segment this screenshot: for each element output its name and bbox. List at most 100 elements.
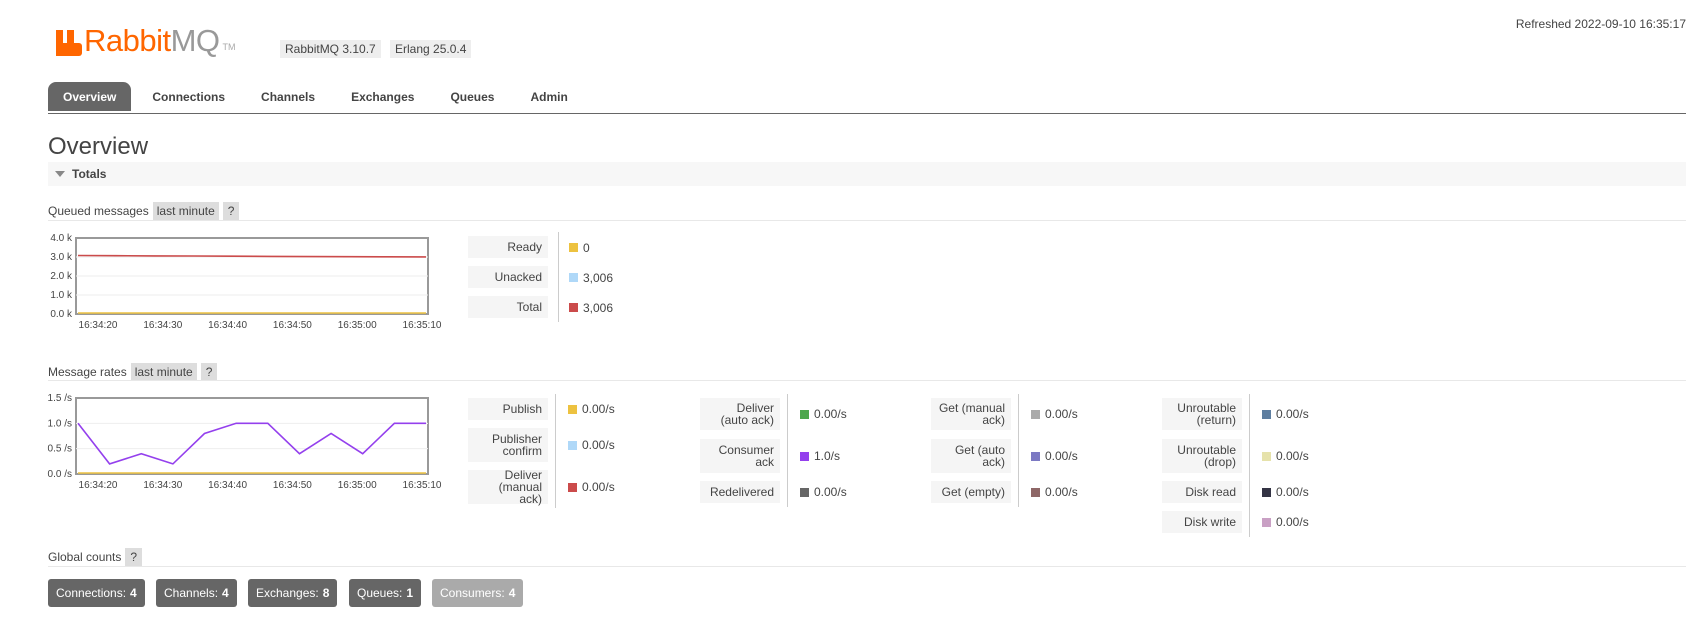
tab-exchanges[interactable]: Exchanges — [336, 82, 429, 111]
rates-col1-item-1-swatch — [568, 441, 577, 450]
legend-total-swatch — [569, 303, 578, 312]
legend-total-value: 3,006 — [583, 301, 614, 315]
rates-col3-item-2-swatch — [1031, 488, 1040, 497]
queued-chart-xtick: 16:34:30 — [143, 320, 182, 331]
message-rates-chart: 0.0 /s 0.5 /s 1.0 /s 1.5 /s 16:34:20 16:34:30… — [48, 393, 442, 491]
rates-col1-item-1-value: 0.00/s — [582, 438, 615, 452]
legend-ready-value: 0 — [583, 241, 590, 255]
rates-col4-item-0-swatch — [1262, 410, 1271, 419]
rates-col2-item-1-label: Consumer ack — [700, 439, 780, 473]
rates-col4-item-3-swatch — [1262, 518, 1271, 527]
tab-queues[interactable]: Queues — [435, 82, 509, 111]
legend-ready-label: Ready — [468, 236, 548, 258]
queued-chart-ytick: 1.0 k — [50, 290, 73, 301]
rates-chart-xtick: 16:35:00 — [338, 480, 377, 491]
totals-section-label: Totals — [72, 167, 107, 181]
queued-help-icon[interactable]: ? — [222, 202, 240, 220]
legend-ready-swatch — [569, 243, 578, 252]
rates-chart-ytick: 0.0 /s — [48, 469, 72, 480]
rates-col4-item-2-value: 0.00/s — [1276, 485, 1309, 499]
rates-chart-xtick: 16:34:40 — [208, 480, 247, 491]
rates-col3-item-1-label: Get (auto ack) — [931, 439, 1011, 473]
refreshed-timestamp: Refreshed 2022-09-10 16:35:17 — [1515, 17, 1686, 31]
global-counts-header: Global counts ? — [48, 548, 143, 566]
rates-help-icon[interactable]: ? — [200, 363, 218, 381]
rates-col1-item-2-label: Deliver (manual ack) — [468, 469, 548, 505]
rates-col4-item-2-label: Disk read — [1162, 481, 1242, 503]
queued-chart-xtick: 16:35:10 — [403, 320, 442, 331]
rates-divider — [48, 380, 1686, 381]
rates-col3-item-0-value: 0.00/s — [1045, 407, 1078, 421]
rates-col2-item-0-swatch — [800, 410, 809, 419]
global-help-icon[interactable]: ? — [125, 548, 143, 566]
queued-divider — [48, 220, 1686, 221]
rates-col3-item-1-swatch — [1031, 452, 1040, 461]
rates-col2-divider — [787, 394, 788, 507]
rates-col2-item-0-value: 0.00/s — [814, 407, 847, 421]
rates-col4-divider — [1249, 394, 1250, 537]
rates-range-selector[interactable]: last minute — [130, 363, 197, 381]
rabbitmq-logo-icon — [56, 30, 82, 56]
rates-chart-ytick: 1.5 /s — [48, 393, 72, 404]
connections-count-button[interactable]: Connections: 4 — [48, 579, 145, 607]
rates-col4-item-3-value: 0.00/s — [1276, 515, 1309, 529]
rates-chart-ytick: 1.0 /s — [48, 418, 72, 429]
page-title: Overview — [48, 133, 149, 160]
tab-admin[interactable]: Admin — [515, 82, 582, 111]
legend-unacked-label: Unacked — [468, 266, 548, 288]
rates-col2-item-1-value: 1.0/s — [814, 449, 841, 463]
tab-connections[interactable]: Connections — [137, 82, 240, 111]
queued-messages-chart: 0.0 k 1.0 k 2.0 k 3.0 k 4.0 k 16:34:20 16:34:3… — [50, 233, 442, 331]
logo-tm: TM — [222, 42, 236, 52]
erlang-version-badge: Erlang 25.0.4 — [390, 40, 472, 58]
queued-chart-xtick: 16:34:50 — [273, 320, 312, 331]
rates-col4-item-2-swatch — [1262, 488, 1271, 497]
consumers-count-button[interactable]: Consumers: 4 — [432, 579, 524, 607]
global-divider — [48, 566, 1686, 567]
exchanges-count-button[interactable]: Exchanges: 8 — [248, 579, 338, 607]
channels-count-button[interactable]: Channels: 4 — [156, 579, 237, 607]
rates-col4-item-1-swatch — [1262, 452, 1271, 461]
queues-count-button[interactable]: Queues: 1 — [349, 579, 422, 607]
totals-section-toggle[interactable]: Totals — [48, 162, 1686, 186]
rates-col1-divider — [555, 394, 556, 508]
logo-text: RabbitMQ — [84, 23, 220, 58]
legend-unacked-value: 3,006 — [583, 271, 614, 285]
main-tabs: Overview Connections Channels Exchanges … — [48, 82, 589, 111]
rates-chart-xtick: 16:35:10 — [403, 480, 442, 491]
rates-col1-item-1-label: Publisher confirm — [468, 428, 548, 462]
rates-col2-item-1-swatch — [800, 452, 809, 461]
rates-col4-item-3-label: Disk write — [1162, 511, 1242, 533]
rates-col3-item-0-label: Get (manual ack) — [931, 398, 1011, 430]
queued-range-selector[interactable]: last minute — [152, 202, 219, 220]
legend-divider — [558, 232, 559, 322]
tab-overview[interactable]: Overview — [48, 82, 132, 111]
rates-chart-xtick: 16:34:30 — [143, 480, 182, 491]
rates-chart-ytick: 0.5 /s — [48, 444, 72, 455]
queued-messages-header: Queued messages last minute ? — [48, 202, 240, 220]
global-counts-label: Global counts — [48, 550, 122, 564]
queued-chart-ytick: 2.0 k — [50, 271, 73, 282]
rates-col2-item-2-value: 0.00/s — [814, 485, 847, 499]
message-rates-header: Message rates last minute ? — [48, 363, 218, 381]
queued-chart-ytick: 3.0 k — [50, 252, 73, 263]
rates-col3-item-1-value: 0.00/s — [1045, 449, 1078, 463]
tab-channels[interactable]: Channels — [246, 82, 330, 111]
queued-chart-xtick: 16:34:20 — [79, 320, 118, 331]
rates-col4-item-1-value: 0.00/s — [1276, 449, 1309, 463]
legend-total-label: Total — [468, 296, 548, 318]
rates-col1-item-0-value: 0.00/s — [582, 402, 615, 416]
queued-chart-ytick: 4.0 k — [50, 233, 73, 244]
rabbitmq-version-badge: RabbitMQ 3.10.7 — [280, 40, 381, 58]
queued-chart-xtick: 16:34:40 — [208, 320, 247, 331]
rates-col1-item-0-label: Publish — [468, 398, 548, 420]
queued-messages-label: Queued messages — [48, 204, 149, 218]
queued-chart-xtick: 16:35:00 — [338, 320, 377, 331]
rates-col3-item-2-label: Get (empty) — [931, 481, 1011, 503]
tabs-divider — [48, 113, 1686, 114]
queued-chart-ytick: 0.0 k — [50, 309, 73, 320]
rates-col2-item-2-swatch — [800, 488, 809, 497]
collapse-triangle-icon — [55, 171, 65, 177]
rates-col3-divider — [1018, 394, 1019, 507]
rates-col4-item-1-label: Unroutable (drop) — [1162, 439, 1242, 473]
